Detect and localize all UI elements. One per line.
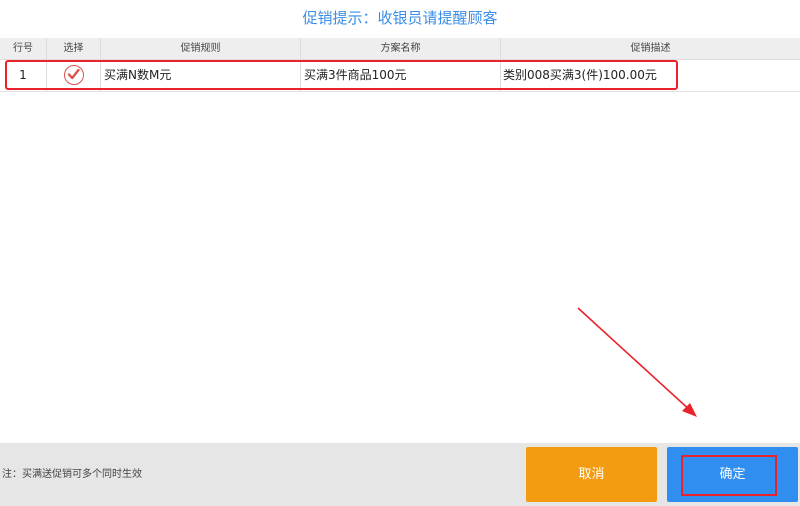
cancel-button[interactable]: 取消: [526, 447, 657, 502]
table-header: 行号 选择 促销规则 方案名称 促销描述: [0, 38, 800, 60]
header-plan-name: 方案名称: [301, 38, 501, 59]
table-row[interactable]: 1 买满N数M元 买满3件商品100元 类别008买满3(件)100.00元: [0, 60, 800, 92]
dialog-footer: 注：买满送促销可多个同时生效 取消 确定: [0, 443, 800, 506]
select-cell[interactable]: [47, 60, 101, 91]
check-circle-icon[interactable]: [63, 64, 84, 85]
dialog-title: 促销提示：收银员请提醒顾客: [302, 9, 498, 27]
ok-button[interactable]: 确定: [667, 447, 798, 502]
row-number: 1: [0, 60, 47, 91]
description-cell: 类别008买满3(件)100.00元: [503, 68, 657, 82]
header-description: 促销描述: [630, 43, 671, 54]
header-rule: 促销规则: [101, 38, 301, 59]
plan-name-cell: 买满3件商品100元: [301, 60, 501, 91]
promotion-dialog: 促销提示：收银员请提醒顾客 行号 选择 促销规则 方案名称 促销描述 1 买满N…: [0, 0, 800, 506]
footer-note: 注：买满送促销可多个同时生效: [2, 469, 142, 480]
header-row-no: 行号: [0, 38, 47, 59]
header-select: 选择: [47, 38, 101, 59]
rule-cell: 买满N数M元: [101, 60, 301, 91]
